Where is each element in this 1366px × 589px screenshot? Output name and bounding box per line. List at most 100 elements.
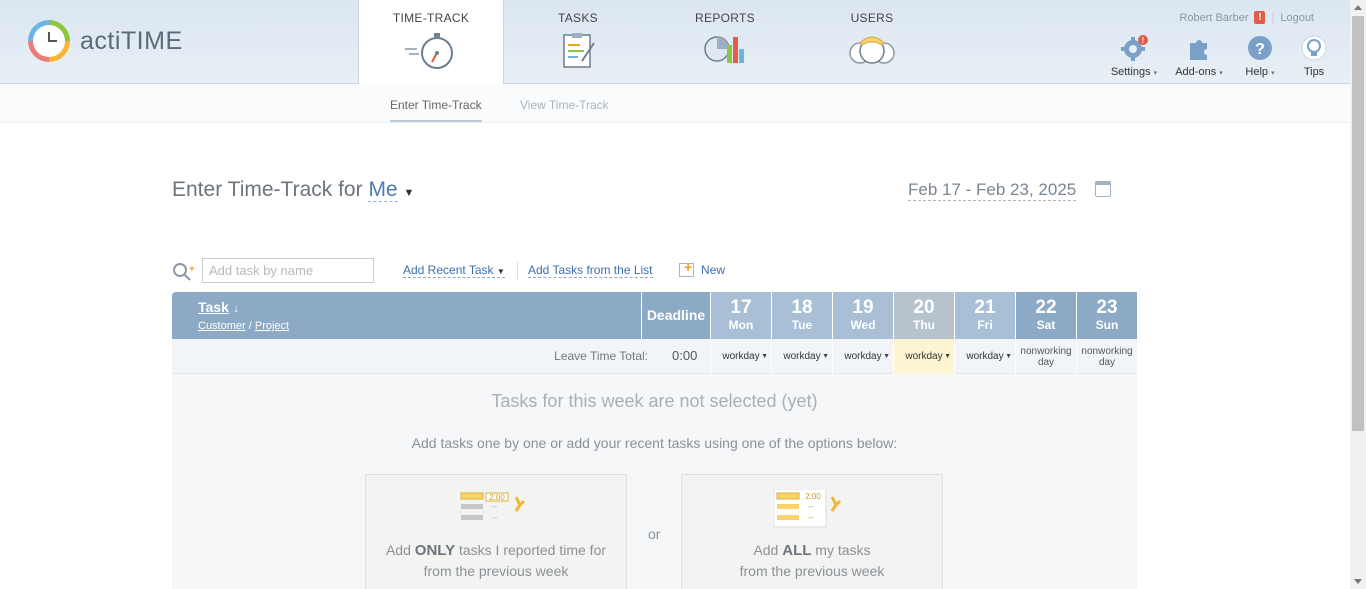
logout-link[interactable]: Logout <box>1280 12 1314 24</box>
leave-time-label: Leave Time Total: <box>554 349 648 363</box>
tab-label: REPORTS <box>695 11 755 25</box>
calendar-icon[interactable] <box>1095 181 1111 197</box>
tab-users[interactable]: USERS <box>799 0 945 84</box>
addons-label: Add-ons <box>1175 66 1217 78</box>
help-icon: ? <box>1248 36 1272 60</box>
add-task-input[interactable] <box>202 258 374 283</box>
day-type-selector[interactable]: workday ▼ <box>832 339 893 374</box>
subtab-view-time-track[interactable]: View Time-Track <box>520 98 609 112</box>
settings-button[interactable]: ! Settings ▾ <box>1104 34 1164 78</box>
help-button[interactable]: ? Help ▾ <box>1230 34 1290 78</box>
add-recent-task-button[interactable]: Add Recent Task ▼ <box>403 263 505 278</box>
divider: | <box>1271 11 1275 24</box>
add-tasks-from-list-button[interactable]: Add Tasks from the List <box>528 263 653 278</box>
page-scrollbar[interactable] <box>1350 0 1366 589</box>
day-header: 22 Sat <box>1015 292 1076 339</box>
day-header: 18 Tue <box>771 292 832 339</box>
scrollbar-thumb[interactable] <box>1352 16 1364 431</box>
deadline-column-header: Deadline <box>641 292 710 339</box>
svg-text:?: ? <box>1255 41 1265 58</box>
chevron-down-icon: ▼ <box>761 353 768 360</box>
or-label: or <box>648 526 661 542</box>
new-task-icon[interactable] <box>679 259 694 277</box>
svg-text:--: -- <box>492 502 498 511</box>
sub-navigation: Enter Time-Track View Time-Track <box>0 84 1350 123</box>
svg-text:--: -- <box>808 513 814 522</box>
option-label: Add ONLY tasks I reported time for from … <box>385 542 607 579</box>
settings-label: Settings <box>1110 66 1151 78</box>
task-column-header: Task ↓ Customer / Project <box>198 299 289 332</box>
empty-state: Tasks for this week are not selected (ye… <box>172 374 1137 589</box>
task-list-icon: 2:00 -- -- <box>460 492 526 522</box>
lightbulb-icon <box>1301 35 1327 61</box>
svg-text:--: -- <box>808 502 814 511</box>
day-type-selector[interactable]: workday ▼ <box>771 339 832 374</box>
puzzle-icon <box>1190 40 1207 60</box>
chart-report-icon <box>704 36 744 63</box>
separator: / <box>248 320 252 332</box>
add-all-tasks-button[interactable]: 2:00 -- -- Add ALL my tasks from the pre… <box>681 474 943 589</box>
search-add-icon: + <box>173 263 194 281</box>
tab-label: TASKS <box>558 11 598 25</box>
tab-label: USERS <box>850 11 894 25</box>
user-selector[interactable]: Me <box>368 178 398 202</box>
empty-state-subtitle: Add tasks one by one or add your recent … <box>411 435 898 451</box>
chevron-down-icon: ▼ <box>944 353 951 360</box>
leave-time-total: 0:00 <box>672 348 698 363</box>
user-bar: Robert Barber ! | Logout <box>1179 11 1314 24</box>
add-only-reported-tasks-button[interactable]: 2:00 -- -- Add ONLY tasks I reported tim… <box>365 474 627 589</box>
chevron-down-icon: ▼ <box>1005 353 1012 360</box>
empty-state-heading: Tasks for this week are not selected (ye… <box>491 391 818 411</box>
stopwatch-icon <box>405 33 453 69</box>
tab-label: TIME-TRACK <box>392 11 470 25</box>
leave-time-row: Leave Time Total: 0:00 workday ▼ workday ▼… <box>172 339 1137 374</box>
svg-text:!: ! <box>1142 36 1145 45</box>
day-header: 23 Sun <box>1076 292 1137 339</box>
tab-reports[interactable]: REPORTS <box>652 0 798 84</box>
task-sort-link[interactable]: Task <box>198 299 229 315</box>
day-type-label: nonworking day <box>1015 339 1076 374</box>
clipboard-tasks-icon <box>563 33 595 68</box>
logo-text: actiTIME <box>80 26 183 55</box>
day-header-today: 20 Thu <box>893 292 954 339</box>
date-range-selector[interactable]: Feb 17 - Feb 23, 2025 <box>908 180 1077 201</box>
sort-arrow-icon: ↓ <box>233 303 239 315</box>
gear-icon: ! <box>1121 35 1148 61</box>
day-header: 19 Wed <box>832 292 893 339</box>
day-type-selector[interactable]: workday ▼ <box>954 339 1015 374</box>
task-list-icon: 2:00 -- -- <box>774 489 842 528</box>
top-header: actiTIME TIME-TRACK TASKS REPORTS USERS … <box>0 0 1350 85</box>
divider <box>517 262 518 279</box>
addons-button[interactable]: Add-ons ▾ <box>1169 34 1229 78</box>
timesheet-header: Task ↓ Customer / Project Deadline 17 Mon… <box>172 292 1137 339</box>
scroll-down-icon[interactable] <box>1354 579 1362 584</box>
tips-label: Tips <box>1303 66 1325 78</box>
day-header: 21 Fri <box>954 292 1015 339</box>
users-icon <box>849 36 895 64</box>
svg-text:--: -- <box>492 513 498 522</box>
day-header: 17 Mon <box>710 292 771 339</box>
help-label: Help <box>1245 66 1269 78</box>
customer-sort-link[interactable]: Customer <box>198 320 246 332</box>
subtab-enter-time-track[interactable]: Enter Time-Track <box>390 98 482 122</box>
tab-tasks[interactable]: TASKS <box>505 0 651 84</box>
page-title-text: Enter Time-Track for <box>172 178 363 201</box>
day-type-label: nonworking day <box>1076 339 1137 374</box>
option-label: Add ALL my tasks from the previous week <box>739 542 885 579</box>
warning-icon[interactable]: ! <box>1254 11 1266 24</box>
day-type-selector[interactable]: workday ▼ <box>710 339 771 374</box>
chevron-down-icon: ▼ <box>883 353 890 360</box>
chevron-down-icon: ▼ <box>822 353 829 360</box>
project-sort-link[interactable]: Project <box>255 320 289 332</box>
scroll-up-icon[interactable] <box>1354 5 1362 10</box>
tab-time-track[interactable]: TIME-TRACK <box>358 0 504 85</box>
clock-logo-icon <box>28 20 70 62</box>
new-task-button[interactable]: New <box>701 263 725 277</box>
user-name[interactable]: Robert Barber <box>1179 12 1248 24</box>
svg-text:+: + <box>189 264 194 275</box>
chevron-down-icon[interactable]: ▼ <box>403 187 414 199</box>
app-logo[interactable]: actiTIME <box>28 20 183 62</box>
tips-button[interactable]: Tips <box>1284 34 1344 78</box>
day-type-selector[interactable]: workday ▼ <box>893 339 954 374</box>
svg-text:2:00: 2:00 <box>489 493 505 502</box>
